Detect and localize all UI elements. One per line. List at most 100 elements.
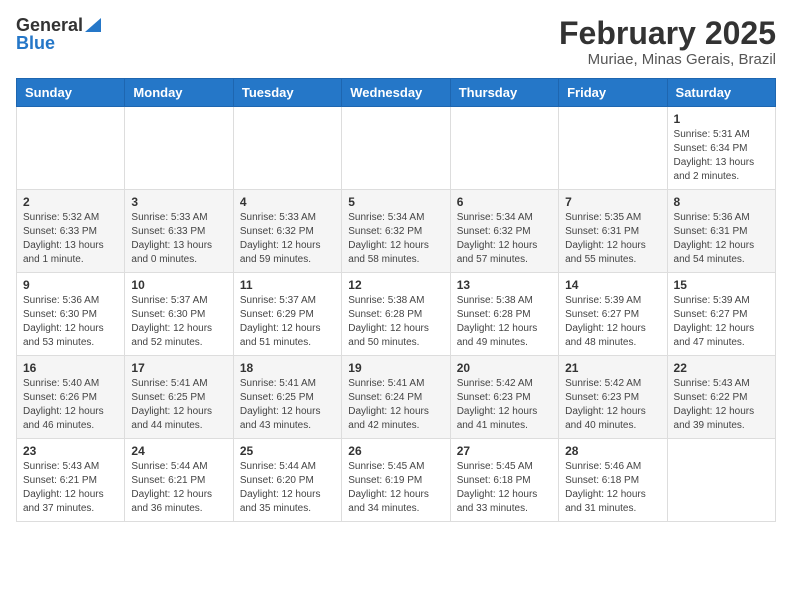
day-info: Sunrise: 5:36 AMSunset: 6:30 PMDaylight:… [23,294,118,350]
day-number: 4 [240,195,335,209]
day-number: 21 [565,361,660,375]
calendar-cell: 11 Sunrise: 5:37 AMSunset: 6:29 PMDayligh… [233,273,341,356]
day-info: Sunrise: 5:42 AMSunset: 6:23 PMDaylight:… [565,377,660,433]
day-info: Sunrise: 5:41 AMSunset: 6:24 PMDaylight:… [348,377,443,433]
logo-general-text: General [16,16,83,34]
day-number: 12 [348,278,443,292]
day-info: Sunrise: 5:43 AMSunset: 6:22 PMDaylight:… [674,377,769,433]
calendar-cell: 16Sunrise: 5:40 AMSunset: 6:26 PMDayligh… [17,356,125,439]
calendar-cell [667,439,775,522]
calendar-cell: 3 Sunrise: 5:33 AMSunset: 6:33 PMDaylight… [125,190,233,273]
calendar-cell: 20 Sunrise: 5:42 AMSunset: 6:23 PMDayligh… [450,356,558,439]
calendar-cell: 28 Sunrise: 5:46 AMSunset: 6:18 PMDayligh… [559,439,667,522]
day-info: Sunrise: 5:38 AMSunset: 6:28 PMDaylight:… [348,294,443,350]
calendar-week-row: 2 Sunrise: 5:32 AMSunset: 6:33 PMDaylight… [17,190,776,273]
calendar-cell [17,107,125,190]
calendar-cell: 19 Sunrise: 5:41 AMSunset: 6:24 PMDayligh… [342,356,450,439]
calendar-week-row: 16Sunrise: 5:40 AMSunset: 6:26 PMDayligh… [17,356,776,439]
calendar-week-row: 23 Sunrise: 5:43 AMSunset: 6:21 PMDayligh… [17,439,776,522]
day-number: 23 [23,444,118,458]
day-number: 18 [240,361,335,375]
calendar-cell: 24Sunrise: 5:44 AMSunset: 6:21 PMDayligh… [125,439,233,522]
day-number: 9 [23,278,118,292]
day-info: Sunrise: 5:45 AMSunset: 6:19 PMDaylight:… [348,460,443,516]
day-number: 3 [131,195,226,209]
month-title: February 2025 [559,16,776,51]
calendar-cell [342,107,450,190]
calendar-cell [125,107,233,190]
day-info: Sunrise: 5:44 AMSunset: 6:20 PMDaylight:… [240,460,335,516]
calendar-cell: 10 Sunrise: 5:37 AMSunset: 6:30 PMDayligh… [125,273,233,356]
calendar-cell: 7Sunrise: 5:35 AMSunset: 6:31 PMDaylight… [559,190,667,273]
header-monday: Monday [125,79,233,107]
header-sunday: Sunday [17,79,125,107]
day-number: 1 [674,112,769,126]
day-info: Sunrise: 5:39 AMSunset: 6:27 PMDaylight:… [565,294,660,350]
day-info: Sunrise: 5:36 AMSunset: 6:31 PMDaylight:… [674,211,769,267]
day-info: Sunrise: 5:34 AMSunset: 6:32 PMDaylight:… [348,211,443,267]
calendar-table: Sunday Monday Tuesday Wednesday Thursday… [16,78,776,522]
calendar-week-row: 1 Sunrise: 5:31 AMSunset: 6:34 PMDaylight… [17,107,776,190]
calendar-cell [559,107,667,190]
calendar-cell: 21 Sunrise: 5:42 AMSunset: 6:23 PMDayligh… [559,356,667,439]
day-number: 2 [23,195,118,209]
calendar-cell [450,107,558,190]
day-number: 28 [565,444,660,458]
header-thursday: Thursday [450,79,558,107]
day-info: Sunrise: 5:41 AMSunset: 6:25 PMDaylight:… [131,377,226,433]
logo-icon [85,18,101,32]
day-number: 27 [457,444,552,458]
day-info: Sunrise: 5:45 AMSunset: 6:18 PMDaylight:… [457,460,552,516]
calendar-cell: 9 Sunrise: 5:36 AMSunset: 6:30 PMDaylight… [17,273,125,356]
calendar-cell: 17 Sunrise: 5:41 AMSunset: 6:25 PMDayligh… [125,356,233,439]
page-header: General Blue February 2025 Muriae, Minas… [16,16,776,68]
calendar-cell: 25Sunrise: 5:44 AMSunset: 6:20 PMDayligh… [233,439,341,522]
day-info: Sunrise: 5:42 AMSunset: 6:23 PMDaylight:… [457,377,552,433]
header-saturday: Saturday [667,79,775,107]
day-number: 26 [348,444,443,458]
day-number: 15 [674,278,769,292]
calendar-cell: 6 Sunrise: 5:34 AMSunset: 6:32 PMDaylight… [450,190,558,273]
header-friday: Friday [559,79,667,107]
day-info: Sunrise: 5:32 AMSunset: 6:33 PMDaylight:… [23,211,118,267]
day-info: Sunrise: 5:40 AMSunset: 6:26 PMDaylight:… [23,377,118,433]
logo: General Blue [16,16,101,54]
title-section: February 2025 Muriae, Minas Gerais, Braz… [559,16,776,68]
day-number: 13 [457,278,552,292]
day-number: 8 [674,195,769,209]
calendar-cell: 8 Sunrise: 5:36 AMSunset: 6:31 PMDaylight… [667,190,775,273]
day-info: Sunrise: 5:33 AMSunset: 6:33 PMDaylight:… [131,211,226,267]
day-number: 14 [565,278,660,292]
calendar-cell: 23 Sunrise: 5:43 AMSunset: 6:21 PMDayligh… [17,439,125,522]
day-number: 7 [565,195,660,209]
calendar-cell: 15 Sunrise: 5:39 AMSunset: 6:27 PMDayligh… [667,273,775,356]
day-number: 20 [457,361,552,375]
day-info: Sunrise: 5:41 AMSunset: 6:25 PMDaylight:… [240,377,335,433]
day-info: Sunrise: 5:46 AMSunset: 6:18 PMDaylight:… [565,460,660,516]
calendar-cell: 18 Sunrise: 5:41 AMSunset: 6:25 PMDayligh… [233,356,341,439]
calendar-cell: 4 Sunrise: 5:33 AMSunset: 6:32 PMDaylight… [233,190,341,273]
day-number: 19 [348,361,443,375]
calendar-cell: 13 Sunrise: 5:38 AMSunset: 6:28 PMDayligh… [450,273,558,356]
day-info: Sunrise: 5:34 AMSunset: 6:32 PMDaylight:… [457,211,552,267]
day-info: Sunrise: 5:33 AMSunset: 6:32 PMDaylight:… [240,211,335,267]
calendar-header-row: Sunday Monday Tuesday Wednesday Thursday… [17,79,776,107]
header-tuesday: Tuesday [233,79,341,107]
calendar-cell: 12 Sunrise: 5:38 AMSunset: 6:28 PMDayligh… [342,273,450,356]
day-info: Sunrise: 5:44 AMSunset: 6:21 PMDaylight:… [131,460,226,516]
day-number: 10 [131,278,226,292]
day-info: Sunrise: 5:39 AMSunset: 6:27 PMDaylight:… [674,294,769,350]
day-info: Sunrise: 5:37 AMSunset: 6:29 PMDaylight:… [240,294,335,350]
day-number: 17 [131,361,226,375]
day-number: 22 [674,361,769,375]
day-info: Sunrise: 5:37 AMSunset: 6:30 PMDaylight:… [131,294,226,350]
day-info: Sunrise: 5:43 AMSunset: 6:21 PMDaylight:… [23,460,118,516]
day-number: 6 [457,195,552,209]
location-title: Muriae, Minas Gerais, Brazil [559,51,776,68]
header-wednesday: Wednesday [342,79,450,107]
calendar-cell: 1 Sunrise: 5:31 AMSunset: 6:34 PMDaylight… [667,107,775,190]
day-info: Sunrise: 5:38 AMSunset: 6:28 PMDaylight:… [457,294,552,350]
day-number: 11 [240,278,335,292]
day-info: Sunrise: 5:31 AMSunset: 6:34 PMDaylight:… [674,128,769,184]
calendar-cell: 5Sunrise: 5:34 AMSunset: 6:32 PMDaylight… [342,190,450,273]
